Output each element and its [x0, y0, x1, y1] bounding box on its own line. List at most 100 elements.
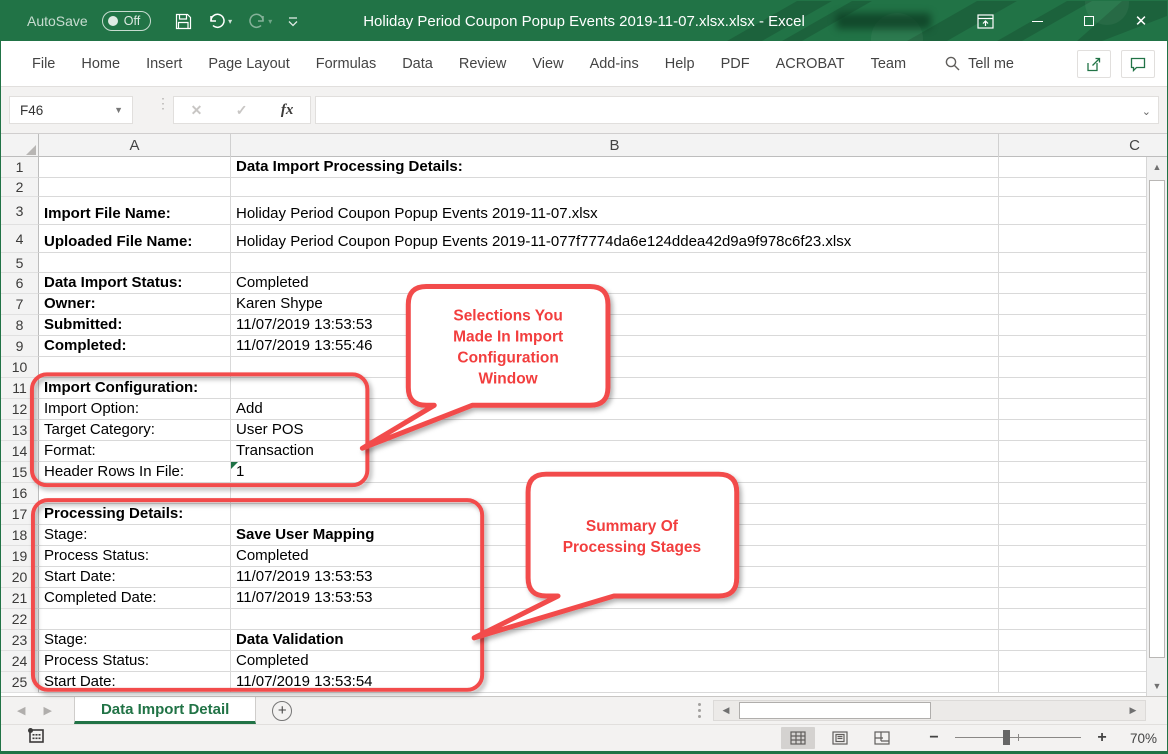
row-header-14[interactable]: 14	[1, 441, 39, 462]
cell-C16[interactable]	[999, 483, 1146, 504]
cell-A6[interactable]: Data Import Status:	[39, 273, 231, 294]
zoom-in-button[interactable]: +	[1093, 729, 1111, 747]
cell-A2[interactable]	[39, 178, 231, 197]
cell-A21[interactable]: Completed Date:	[39, 588, 231, 609]
cell-C21[interactable]	[999, 588, 1146, 609]
row-header-17[interactable]: 17	[1, 504, 39, 525]
cell-B21[interactable]: 11/07/2019 13:53:53	[231, 588, 999, 609]
cell-B14[interactable]: Transaction	[231, 441, 999, 462]
column-header-b[interactable]: B	[231, 134, 999, 157]
cell-B22[interactable]	[231, 609, 999, 630]
cell-C9[interactable]	[999, 336, 1146, 357]
tab-page-layout[interactable]: Page Layout	[195, 41, 302, 87]
zoom-out-button[interactable]: −	[925, 729, 943, 747]
cell-C2[interactable]	[999, 178, 1146, 197]
row-header-11[interactable]: 11	[1, 378, 39, 399]
cell-C7[interactable]	[999, 294, 1146, 315]
macro-record-button[interactable]	[27, 728, 45, 748]
column-header-a[interactable]: A	[39, 134, 231, 157]
horizontal-scrollbar-thumb[interactable]	[739, 702, 931, 719]
cell-B12[interactable]: Add	[231, 399, 999, 420]
formula-bar-drag-handle[interactable]: ⋮	[156, 100, 170, 107]
row-header-24[interactable]: 24	[1, 651, 39, 672]
cell-B11[interactable]	[231, 378, 999, 399]
cell-A8[interactable]: Submitted:	[39, 315, 231, 336]
scroll-right-arrow[interactable]: ▶	[1123, 701, 1143, 720]
tab-add-ins[interactable]: Add-ins	[577, 41, 652, 87]
cell-A12[interactable]: Import Option:	[39, 399, 231, 420]
tab-acrobat[interactable]: ACROBAT	[763, 41, 858, 87]
undo-button[interactable]: ▾	[208, 13, 232, 29]
cell-C10[interactable]	[999, 357, 1146, 378]
cell-B16[interactable]	[231, 483, 999, 504]
tab-insert[interactable]: Insert	[133, 41, 195, 87]
row-header-6[interactable]: 6	[1, 273, 39, 294]
cell-C23[interactable]	[999, 630, 1146, 651]
sheet-tab-data-import-detail[interactable]: Data Import Detail	[74, 697, 256, 724]
row-header-4[interactable]: 4	[1, 225, 39, 253]
cell-B24[interactable]: Completed	[231, 651, 999, 672]
cell-C1[interactable]	[999, 157, 1146, 178]
cell-A25[interactable]: Start Date:	[39, 672, 231, 693]
scroll-left-arrow[interactable]: ◀	[716, 701, 736, 720]
new-sheet-button[interactable]: +	[272, 701, 292, 721]
cell-C13[interactable]	[999, 420, 1146, 441]
page-break-preview-button[interactable]	[865, 727, 899, 749]
cell-A18[interactable]: Stage:	[39, 525, 231, 546]
page-layout-view-button[interactable]	[823, 727, 857, 749]
row-header-25[interactable]: 25	[1, 672, 39, 693]
cell-B13[interactable]: User POS	[231, 420, 999, 441]
tab-home[interactable]: Home	[68, 41, 133, 87]
cell-C20[interactable]	[999, 567, 1146, 588]
cell-C19[interactable]	[999, 546, 1146, 567]
select-all-corner[interactable]	[1, 134, 39, 157]
row-header-12[interactable]: 12	[1, 399, 39, 420]
cell-B4[interactable]: Holiday Period Coupon Popup Events 2019-…	[231, 225, 999, 253]
customize-qat-button[interactable]	[288, 15, 298, 27]
insert-function-button[interactable]: fx	[281, 102, 294, 119]
cell-C24[interactable]	[999, 651, 1146, 672]
cell-C14[interactable]	[999, 441, 1146, 462]
cell-A20[interactable]: Start Date:	[39, 567, 231, 588]
cell-B1[interactable]: Data Import Processing Details:	[231, 157, 999, 178]
cell-C5[interactable]	[999, 253, 1146, 273]
cell-C17[interactable]	[999, 504, 1146, 525]
cell-B7[interactable]: Karen Shype	[231, 294, 999, 315]
tell-me-button[interactable]: Tell me	[945, 56, 1014, 72]
cell-C25[interactable]	[999, 672, 1146, 693]
vertical-scrollbar[interactable]: ▲ ▼	[1146, 157, 1167, 696]
cell-B15[interactable]: 1	[231, 462, 999, 483]
ribbon-display-options-button[interactable]	[959, 1, 1011, 41]
cell-A10[interactable]	[39, 357, 231, 378]
cell-B5[interactable]	[231, 253, 999, 273]
sheet-nav-prev-icon[interactable]: ◀	[17, 704, 25, 717]
cell-B18[interactable]: Save User Mapping	[231, 525, 999, 546]
enter-entry-button[interactable]: ✓	[236, 102, 248, 119]
tab-pdf[interactable]: PDF	[708, 41, 763, 87]
cell-A16[interactable]	[39, 483, 231, 504]
tab-view[interactable]: View	[519, 41, 576, 87]
zoom-slider-thumb[interactable]	[1003, 730, 1010, 745]
share-button[interactable]	[1077, 50, 1111, 78]
maximize-button[interactable]	[1063, 1, 1115, 41]
row-header-5[interactable]: 5	[1, 253, 39, 273]
row-header-21[interactable]: 21	[1, 588, 39, 609]
redo-button[interactable]: ▾	[248, 13, 272, 29]
row-header-9[interactable]: 9	[1, 336, 39, 357]
tab-scrollbar-split-handle[interactable]	[698, 703, 701, 718]
save-button[interactable]	[175, 13, 192, 30]
cell-C8[interactable]	[999, 315, 1146, 336]
horizontal-scrollbar[interactable]: ◀ ▶	[713, 700, 1146, 721]
cell-C15[interactable]	[999, 462, 1146, 483]
cell-B8[interactable]: 11/07/2019 13:53:53	[231, 315, 999, 336]
cell-B2[interactable]	[231, 178, 999, 197]
tab-review[interactable]: Review	[446, 41, 520, 87]
cell-A13[interactable]: Target Category:	[39, 420, 231, 441]
cell-A24[interactable]: Process Status:	[39, 651, 231, 672]
cell-A22[interactable]	[39, 609, 231, 630]
close-button[interactable]: ✕	[1115, 1, 1167, 41]
expand-formula-bar-icon[interactable]: ⌄	[1142, 105, 1151, 118]
row-header-3[interactable]: 3	[1, 197, 39, 225]
sheet-nav-next-icon[interactable]: ▶	[43, 704, 51, 717]
cell-B23[interactable]: Data Validation	[231, 630, 999, 651]
